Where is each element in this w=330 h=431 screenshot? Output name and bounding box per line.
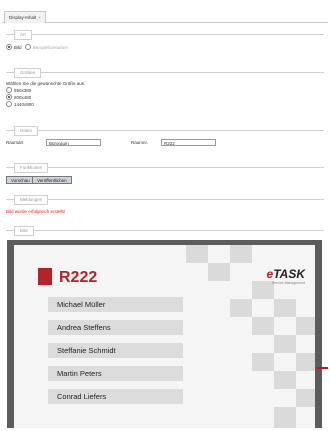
tab-bar: Display-Inhalt ×: [2, 2, 328, 23]
art-options: Bild Beispielszenarien: [6, 44, 69, 51]
decor-square: [296, 389, 315, 407]
decor-square: [186, 245, 208, 263]
size-option-label: 550x380: [14, 88, 32, 94]
decor-square: [230, 299, 252, 317]
decor-square: [274, 335, 296, 353]
legend-funktionen: Funktionen: [14, 163, 49, 173]
legend-art: Art: [14, 30, 32, 40]
radio-icon[interactable]: [6, 44, 12, 50]
raumnr-input[interactable]: R222: [161, 139, 216, 146]
tab-display-inhalt[interactable]: Display-Inhalt ×: [4, 11, 46, 23]
decor-square: [208, 263, 230, 281]
decor-square: [274, 407, 296, 428]
art-option-beispielszenarien[interactable]: Beispielszenarien: [24, 44, 69, 51]
logo-subtitle: Service-Management: [271, 281, 305, 285]
fieldset-daten: Daten Raumart Büroraum Raumnr. R222: [6, 126, 324, 146]
fieldset-funktionen: Funktionen Vorschau Veröffentlichen: [6, 163, 324, 184]
person-name: Michael Müller: [48, 297, 183, 312]
size-option-550x380[interactable]: 550x380: [6, 87, 32, 94]
publish-button[interactable]: Veröffentlichen: [32, 176, 72, 184]
raumart-input[interactable]: Büroraum: [46, 139, 101, 146]
radio-icon[interactable]: [6, 101, 12, 107]
decor-square: [230, 245, 252, 263]
decor-square: [252, 353, 274, 371]
fieldset-art: Art Bild Beispielszenarien: [6, 30, 324, 50]
close-icon[interactable]: ×: [38, 15, 41, 20]
radio-icon[interactable]: [6, 94, 12, 100]
room-accent-block: [38, 268, 52, 285]
person-name: Martin Peters: [48, 366, 183, 381]
person-name: Steffanie Schmidt: [48, 343, 183, 358]
fieldset-groessen: Größen Wählen Sie die gewünschte Größe a…: [6, 68, 324, 107]
size-option-label: 1440x900: [14, 102, 34, 108]
raumnr-label: Raumnr.: [131, 140, 149, 145]
decor-square: [296, 317, 315, 335]
legend-bild: Bild: [14, 226, 34, 236]
raumart-label: Raumart: [6, 140, 24, 145]
art-option-bild[interactable]: Bild: [6, 44, 22, 51]
decor-square: [252, 281, 274, 299]
decor-square: [274, 371, 296, 389]
art-option-label: Bild: [14, 45, 22, 51]
art-option-label: Beispielszenarien: [32, 45, 69, 51]
groessen-hint: Wählen Sie die gewünschte Größe aus:: [6, 81, 86, 86]
decor-square: [252, 317, 274, 335]
image-preview: R222 eTASK Service-Management Michael Mü…: [7, 240, 322, 428]
room-number: R222: [59, 269, 98, 286]
legend-groessen: Größen: [14, 68, 42, 78]
size-option-label: 800x480: [14, 95, 32, 101]
decor-square: [296, 353, 315, 371]
fieldset-bild: Bild: [6, 226, 324, 236]
legend-daten: Daten: [14, 126, 39, 136]
red-indicator-line: [316, 367, 328, 369]
tab-label: Display-Inhalt: [9, 15, 37, 20]
size-option-1440x900[interactable]: 1440x900: [6, 101, 34, 108]
decor-square: [274, 299, 296, 317]
legend-meldungen: Meldungen: [14, 195, 49, 205]
size-option-800x480[interactable]: 800x480: [6, 94, 32, 101]
door-sign: R222 eTASK Service-Management Michael Mü…: [14, 245, 315, 428]
fieldset-meldungen: Meldungen Bild wurde erfolgreich erstell…: [6, 195, 324, 214]
preview-button[interactable]: Vorschau: [6, 176, 35, 184]
person-name: Conrad Liefers: [48, 389, 183, 404]
person-name: Andrea Steffens: [48, 320, 183, 335]
etask-logo: eTASK: [266, 267, 305, 281]
status-message: Bild wurde erfolgreich erstellt!: [6, 209, 66, 214]
radio-icon[interactable]: [24, 44, 31, 50]
radio-icon[interactable]: [6, 87, 12, 93]
